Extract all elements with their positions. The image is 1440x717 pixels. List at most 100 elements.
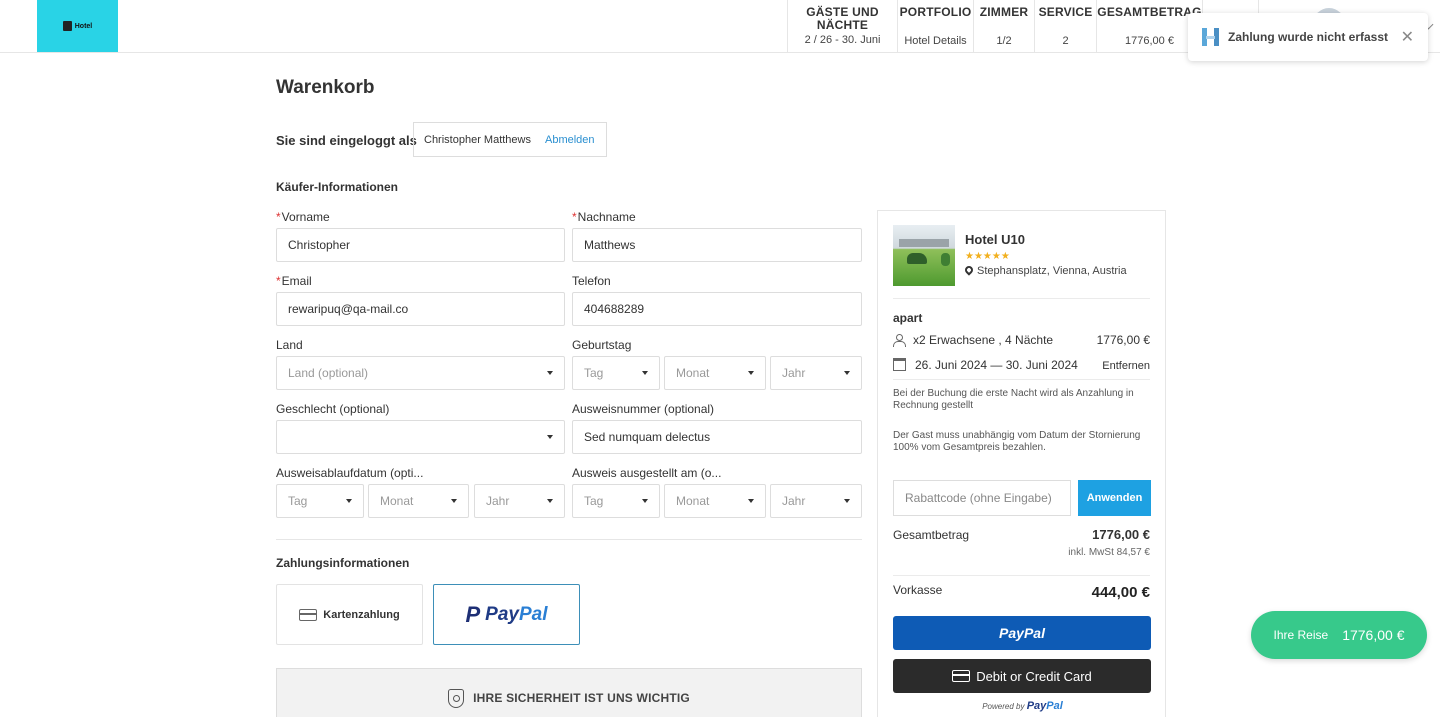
id-number-label: Ausweisnummer (optional) bbox=[572, 402, 715, 416]
security-text: IHRE SICHERHEIT IST UNS WICHTIG bbox=[473, 691, 690, 705]
gender-label: Geschlecht (optional) bbox=[276, 402, 390, 416]
brand-h-icon bbox=[1202, 28, 1220, 46]
nav-guests-value: 2 / 26 - 30. Juni bbox=[804, 34, 881, 46]
id-issued-year-select[interactable]: Jahr bbox=[770, 484, 862, 518]
id-expiry-day-select[interactable]: Tag bbox=[276, 484, 364, 518]
caret-down-icon bbox=[642, 499, 648, 503]
phone-field[interactable]: 404688289 bbox=[572, 292, 862, 326]
guests-nights: x2 Erwachsene , 4 Nächte bbox=[893, 333, 1053, 347]
hotel-image[interactable] bbox=[893, 225, 955, 286]
birthday-label: Geburtstag bbox=[572, 338, 632, 352]
id-expiry-month-select[interactable]: Monat bbox=[368, 484, 469, 518]
nav-service-heading: SERVICE bbox=[1038, 5, 1093, 19]
last-name-field[interactable]: Matthews bbox=[572, 228, 862, 262]
error-toast: Zahlung wurde nicht erfasst ✕ bbox=[1188, 13, 1428, 61]
caret-down-icon bbox=[451, 499, 457, 503]
your-trip-button[interactable]: Ihre Reise 1776,00 € bbox=[1251, 611, 1427, 659]
nav-guests-nights[interactable]: GÄSTE UND NÄCHTE 2 / 26 - 30. Juni bbox=[787, 0, 897, 52]
nav-total[interactable]: GESAMTBETRAG 1776,00 € bbox=[1096, 0, 1202, 52]
nav-portfolio-heading: PORTFOLIO bbox=[899, 5, 972, 19]
id-expiry-day-value: Tag bbox=[288, 494, 308, 508]
cancellation-note: Der Gast muss unabhängig vom Datum der S… bbox=[893, 430, 1141, 453]
hotel-logo-icon bbox=[62, 21, 72, 31]
email-field[interactable]: rewaripuq@qa-mail.co bbox=[276, 292, 565, 326]
birthday-month-select[interactable]: Monat bbox=[664, 356, 766, 390]
id-issued-day-select[interactable]: Tag bbox=[572, 484, 660, 518]
caret-down-icon bbox=[547, 499, 553, 503]
page-title: Warenkorb bbox=[276, 77, 375, 98]
nav-portfolio[interactable]: PORTFOLIO Hotel Details bbox=[897, 0, 973, 52]
booking-summary: Hotel U10 ★★★★★ Stephansplatz, Vienna, A… bbox=[877, 210, 1166, 717]
toast-message: Zahlung wurde nicht erfasst bbox=[1228, 30, 1389, 44]
section-divider bbox=[276, 539, 862, 540]
caret-down-icon bbox=[844, 371, 850, 375]
user-name: Christopher Matthews bbox=[424, 133, 531, 146]
id-issued-day-value: Tag bbox=[584, 494, 604, 508]
room-type: apart bbox=[893, 311, 923, 325]
id-issued-month-select[interactable]: Monat bbox=[664, 484, 766, 518]
id-number-field[interactable]: Sed numquam delectus bbox=[572, 420, 862, 454]
phone-label: Telefon bbox=[572, 274, 611, 288]
nav-rooms-value: 1/2 bbox=[996, 35, 1012, 47]
nav-service-value: 2 bbox=[1062, 35, 1069, 47]
paypal-p-icon: P bbox=[465, 601, 481, 627]
id-issued-year-value: Jahr bbox=[782, 494, 806, 508]
trip-label: Ihre Reise bbox=[1273, 628, 1329, 642]
country-label: Land bbox=[276, 338, 303, 352]
id-expiry-year-select[interactable]: Jahr bbox=[474, 484, 565, 518]
caret-down-icon bbox=[547, 371, 553, 375]
apply-coupon-button[interactable]: Anwenden bbox=[1078, 480, 1151, 516]
logged-in-label: Sie sind eingeloggt als bbox=[276, 133, 417, 148]
paypal-pay-text: Pay bbox=[485, 603, 519, 625]
credit-card-icon bbox=[952, 670, 971, 682]
logged-in-box: Christopher Matthews Abmelden bbox=[413, 122, 607, 157]
gender-select[interactable] bbox=[276, 420, 565, 454]
birthday-month-value: Monat bbox=[676, 366, 710, 380]
country-placeholder: Land (optional) bbox=[288, 366, 369, 380]
person-icon bbox=[893, 334, 906, 347]
stay-dates: 26. Juni 2024 — 30. Juni 2024 bbox=[893, 358, 1078, 372]
country-select[interactable]: Land (optional) bbox=[276, 356, 565, 390]
hotel-name[interactable]: Hotel U10 bbox=[965, 232, 1025, 247]
credit-card-icon bbox=[299, 608, 318, 621]
coupon-input[interactable]: Rabattcode (ohne Eingabe) bbox=[893, 480, 1071, 516]
nav-service[interactable]: SERVICE 2 bbox=[1034, 0, 1096, 52]
powered-by-paypal: Powered by PayPal bbox=[982, 700, 1063, 712]
logout-link[interactable]: Abmelden bbox=[545, 134, 595, 146]
paypal-payment-option[interactable]: P Pay Pal bbox=[433, 584, 580, 645]
nav-total-heading: GESAMTBETRAG bbox=[1097, 5, 1202, 19]
card-checkout-label: Debit or Credit Card bbox=[976, 668, 1092, 684]
first-name-field[interactable]: Christopher bbox=[276, 228, 565, 262]
summary-divider bbox=[893, 298, 1150, 299]
id-expiry-year-value: Jahr bbox=[486, 494, 510, 508]
paypal-logo: P Pay Pal bbox=[465, 602, 547, 628]
id-expiry-label: Ausweisablaufdatum (opti... bbox=[276, 466, 424, 480]
logo-text: Hotel bbox=[74, 22, 93, 30]
card-payment-label: Kartenzahlung bbox=[323, 608, 400, 621]
security-banner: IHRE SICHERHEIT IST UNS WICHTIG bbox=[276, 668, 862, 717]
nav-total-value: 1776,00 € bbox=[1125, 35, 1174, 47]
remove-button[interactable]: Entfernen bbox=[1102, 360, 1150, 372]
close-icon[interactable]: ✕ bbox=[1401, 27, 1414, 47]
star-rating: ★★★★★ bbox=[965, 251, 1010, 262]
calendar-icon bbox=[893, 358, 906, 371]
buyer-section-title: Käufer-Informationen bbox=[276, 180, 399, 194]
deposit-note: Bei der Buchung die erste Nacht wird als… bbox=[893, 388, 1134, 411]
card-payment-option[interactable]: Kartenzahlung bbox=[276, 584, 423, 645]
logo[interactable]: Hotel bbox=[37, 0, 118, 52]
birthday-day-select[interactable]: Tag bbox=[572, 356, 660, 390]
prepay-label: Vorkasse bbox=[893, 583, 943, 597]
caret-down-icon bbox=[844, 499, 850, 503]
caret-down-icon bbox=[346, 499, 352, 503]
nav-rooms-heading: ZIMMER bbox=[979, 5, 1029, 19]
trip-value: 1776,00 € bbox=[1342, 627, 1405, 643]
caret-down-icon bbox=[547, 435, 553, 439]
paypal-checkout-button[interactable]: PayPal bbox=[893, 616, 1151, 650]
nav-rooms[interactable]: ZIMMER 1/2 bbox=[973, 0, 1034, 52]
birthday-year-select[interactable]: Jahr bbox=[770, 356, 862, 390]
card-checkout-button[interactable]: Debit or Credit Card bbox=[893, 659, 1151, 693]
payment-section-title: Zahlungsinformationen bbox=[276, 556, 410, 570]
id-issued-month-value: Monat bbox=[676, 494, 710, 508]
caret-down-icon bbox=[748, 499, 754, 503]
total-label: Gesamtbetrag bbox=[893, 528, 970, 542]
